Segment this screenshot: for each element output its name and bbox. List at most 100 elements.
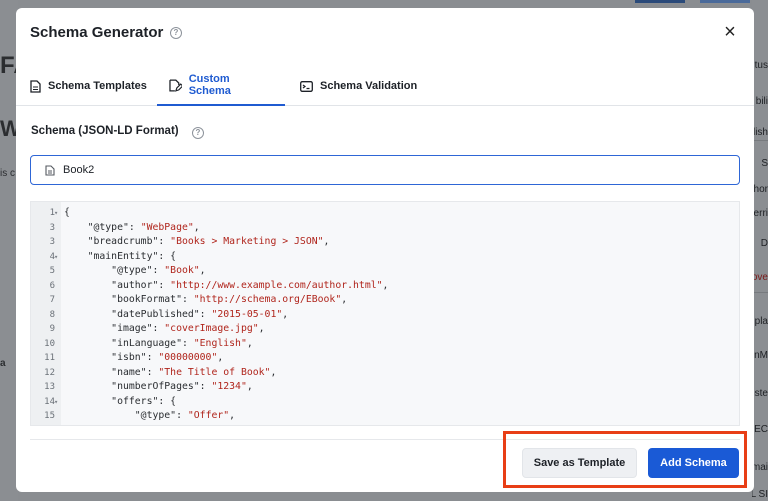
bg-right-item: lish — [752, 127, 768, 138]
add-schema-button[interactable]: Add Schema — [648, 448, 739, 478]
json-punctuation: , — [282, 308, 289, 320]
line-number: 9 — [49, 324, 55, 334]
json-separator: : — [158, 279, 171, 291]
line-number: 6 — [49, 280, 55, 291]
json-separator: : — [158, 236, 171, 247]
tab-schema-templates[interactable]: Schema Templates — [18, 66, 159, 106]
tab-custom-schema[interactable]: Custom Schema — [157, 66, 285, 106]
json-separator: : { — [158, 250, 177, 262]
save-as-template-button[interactable]: Save as Template — [522, 448, 637, 478]
code-line: 15 "@type": "Offer", — [31, 409, 739, 424]
code-line: 3 "@type": "WebPage", — [31, 221, 739, 236]
line-number: 8 — [49, 309, 55, 320]
fold-arrow-icon[interactable]: ▾ — [54, 395, 58, 410]
json-separator: : — [181, 337, 194, 349]
terminal-icon — [300, 80, 313, 92]
json-punctuation: , — [258, 323, 265, 334]
code-line: 12 "name": "The Title of Book", — [31, 366, 739, 381]
code-text: "name": "The Title of Book", — [64, 366, 276, 381]
json-string-value: "Book" — [164, 265, 200, 276]
code-text: "inLanguage": "English", — [64, 337, 253, 352]
code-text: "bookFormat": "http://schema.org/EBook", — [64, 293, 347, 308]
fold-arrow-icon[interactable]: ▾ — [54, 250, 58, 265]
line-number: 3 — [49, 222, 55, 233]
tab-schema-validation[interactable]: Schema Validation — [288, 66, 429, 106]
json-punctuation: , — [323, 236, 330, 247]
line-number: 11 — [44, 353, 55, 363]
line-number: 15 — [44, 411, 55, 421]
line-number: 3 — [49, 237, 55, 247]
line-number: 14 — [44, 396, 55, 407]
help-icon[interactable]: ? — [192, 127, 204, 139]
code-line: 1 ▾ { — [31, 206, 739, 221]
json-string-value: "Offer" — [187, 410, 230, 421]
json-string-value: "http://www.example.com/author.html" — [170, 279, 383, 291]
code-line: 4 ▾ "mainEntity": { — [31, 250, 739, 265]
bg-left-letter: is c — [0, 168, 15, 179]
code-line: 13 "numberOfPages": "1234", — [31, 380, 739, 395]
template-icon — [45, 164, 55, 176]
json-punctuation: , — [199, 265, 206, 276]
bg-right-item: inM — [752, 350, 768, 361]
json-string-value: "coverImage.jpg" — [164, 323, 259, 334]
json-punctuation: , — [270, 366, 277, 378]
code-line: 7 "bookFormat": "http://schema.org/EBook… — [31, 293, 739, 308]
background-top-button — [635, 0, 685, 3]
bg-right-item: ove — [752, 272, 768, 283]
bg-right-item: pla — [754, 316, 768, 327]
code-line: 10 "inLanguage": "English", — [31, 337, 739, 352]
json-key: "mainEntity" — [64, 250, 159, 262]
code-text: "@type": "Book", — [64, 264, 206, 279]
json-punctuation: , — [217, 352, 224, 363]
json-punctuation: , — [229, 410, 236, 421]
code-line: 5 "@type": "Book", — [31, 264, 739, 279]
modal-title: Schema Generator — [30, 24, 164, 41]
document-icon — [30, 79, 41, 93]
help-icon[interactable]: ? — [170, 27, 182, 39]
json-key: "datePublished" — [64, 308, 200, 320]
json-key: "@type" — [64, 410, 177, 421]
line-number: 7 — [49, 295, 55, 305]
json-separator: : — [146, 366, 159, 378]
code-line: 6 "author": "http://www.example.com/auth… — [31, 279, 739, 294]
json-string-value: "English" — [193, 337, 247, 349]
line-number: 1 — [49, 208, 55, 218]
json-punctuation: , — [246, 381, 253, 392]
json-punctuation: , — [382, 279, 389, 291]
json-key: "bookFormat" — [64, 294, 182, 305]
tab-label: Custom Schema — [188, 73, 231, 97]
json-key: "name" — [64, 366, 147, 378]
code-text: "breadcrumb": "Books > Marketing > JSON"… — [64, 235, 330, 250]
code-line: 8 "datePublished": "2015-05-01", — [31, 308, 739, 323]
json-key: "image" — [64, 323, 153, 334]
schema-name-field[interactable] — [30, 155, 740, 185]
json-key: "@type" — [64, 265, 153, 276]
json-punctuation: , — [246, 337, 253, 349]
json-separator: : — [199, 308, 212, 320]
json-separator: : — [146, 352, 159, 363]
json-string-value: "2015-05-01" — [211, 308, 283, 320]
bg-right-item: URL SI — [752, 489, 768, 500]
schema-format-label: Schema (JSON-LD Format) — [31, 125, 179, 137]
code-text: "isbn": "00000000", — [64, 351, 223, 366]
bg-divider — [752, 292, 768, 293]
line-number: 5 — [49, 266, 55, 276]
json-punctuation: , — [193, 221, 200, 233]
line-number: 4 — [49, 251, 55, 262]
bg-right-item: bili — [755, 96, 768, 107]
json-key: { — [64, 207, 70, 218]
close-button[interactable]: × — [720, 22, 740, 42]
json-punctuation: , — [341, 294, 348, 305]
footer-divider — [30, 439, 740, 440]
json-code-editor[interactable]: 1 ▾{3 "@type": "WebPage", 3 "breadcrumb": … — [30, 201, 740, 426]
bg-divider — [752, 140, 768, 141]
bg-right-item: mai — [752, 462, 768, 473]
code-line: 11 "isbn": "00000000", — [31, 351, 739, 366]
json-separator: : — [128, 221, 141, 233]
tab-label: Schema Templates — [48, 80, 147, 92]
bg-right-item: SEC — [752, 424, 768, 435]
json-separator: : — [181, 294, 194, 305]
fold-arrow-icon[interactable]: ▾ — [54, 206, 58, 221]
schema-name-input[interactable] — [63, 164, 663, 176]
code-text: "@type": "WebPage", — [64, 221, 200, 236]
